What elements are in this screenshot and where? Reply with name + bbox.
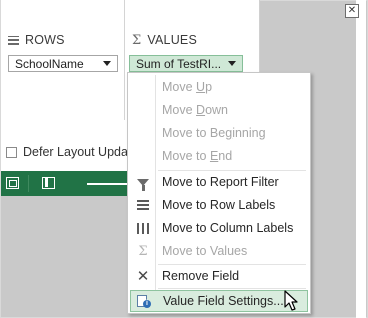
menu-item-label: Remove Field: [162, 269, 240, 283]
menu-item-move-to-report-filter[interactable]: Move to Report Filter: [130, 171, 308, 193]
area-divider: [124, 0, 125, 120]
menu-item-move-up: Move Up: [130, 76, 308, 98]
close-button[interactable]: ✕: [345, 4, 359, 18]
menu-item-label: Move to Beginning: [162, 126, 266, 140]
rows-icon: [137, 200, 149, 210]
menu-item-label: Move to End: [162, 149, 233, 163]
menu-item-label: Move Up: [162, 80, 213, 94]
filter-icon: [137, 178, 149, 191]
menu-item-move-to-column-labels[interactable]: Move to Column Labels: [130, 217, 308, 239]
rows-area-title: ROWS: [25, 33, 65, 47]
menu-separator: [158, 288, 306, 289]
dropdown-arrow-icon[interactable]: [228, 61, 236, 66]
values-area-title: VALUES: [147, 33, 198, 47]
menu-item-label: Value Field Settings...: [163, 294, 284, 308]
menu-item-move-to-beginning: Move to Beginning: [130, 122, 308, 144]
menu-item-move-down: Move Down: [130, 99, 308, 121]
sigma-icon: Σ: [132, 32, 142, 48]
page-layout-view-icon[interactable]: [42, 177, 55, 189]
values-area-header: Σ VALUES: [132, 33, 197, 47]
menu-item-label: Move to Column Labels: [162, 221, 294, 235]
menu-item-label: Move Down: [162, 103, 229, 117]
rows-field-label: SchoolName: [15, 56, 84, 71]
menu-item-label: Move to Row Labels: [162, 198, 276, 212]
menu-item-move-to-end: Move to End: [130, 145, 308, 167]
rows-field-schoolname[interactable]: SchoolName: [8, 55, 118, 72]
values-field-sum[interactable]: Sum of TestRI...: [129, 55, 243, 72]
menu-item-value-field-settings[interactable]: i Value Field Settings...: [130, 290, 308, 312]
status-bar-separator: [28, 175, 29, 192]
remove-icon: ✕: [136, 266, 150, 285]
defer-layout-checkbox[interactable]: [6, 146, 17, 158]
rows-area-header: ROWS: [8, 33, 65, 47]
field-context-menu: Move Up Move Down Move to Beginning Move…: [127, 72, 311, 314]
menu-item-move-to-values: Σ Move to Values: [130, 240, 308, 262]
rows-icon: [8, 35, 19, 45]
normal-view-icon[interactable]: [6, 177, 19, 189]
menu-item-remove-field[interactable]: ✕ Remove Field: [130, 265, 308, 287]
values-field-label: Sum of TestRI...: [136, 56, 222, 71]
dropdown-arrow-icon[interactable]: [103, 61, 111, 66]
menu-item-move-to-row-labels[interactable]: Move to Row Labels: [130, 194, 308, 216]
menu-item-label: Move to Report Filter: [162, 175, 279, 189]
menu-item-label: Move to Values: [162, 244, 248, 258]
sigma-icon: Σ: [138, 243, 148, 259]
columns-icon: [137, 222, 149, 234]
defer-layout-update[interactable]: Defer Layout Update: [6, 145, 138, 159]
mouse-cursor-icon: [284, 290, 298, 311]
window-right-edge: [356, 0, 366, 318]
defer-layout-label: Defer Layout Update: [23, 145, 139, 159]
value-field-settings-icon: i: [137, 294, 151, 308]
